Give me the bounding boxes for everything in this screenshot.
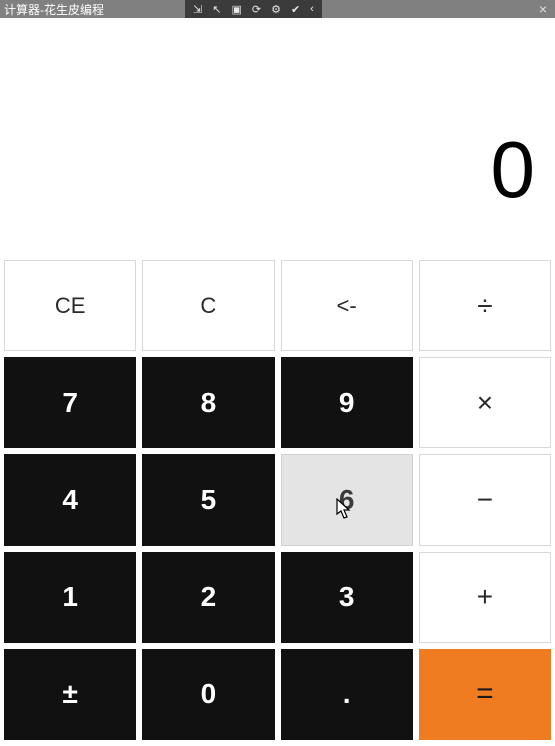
keypad: CE C <- ÷ 7 8 9 × 4 5 6 − 1 2 3 + ± 0 . … [0, 260, 555, 744]
display-value: 0 [491, 130, 536, 210]
export-icon[interactable]: ⇲ [193, 3, 202, 16]
key-9[interactable]: 9 [281, 357, 413, 448]
key-divide[interactable]: ÷ [419, 260, 551, 351]
screenshot-icon[interactable]: ▣ [231, 3, 241, 16]
key-subtract[interactable]: − [419, 454, 551, 545]
key-2[interactable]: 2 [142, 552, 274, 643]
debug-toolbar: ⇲ ↖ ▣ ⟳ ⚙ ✔ ‹ [185, 0, 322, 18]
window-title: 计算器-花生皮编程 [0, 1, 104, 18]
close-button[interactable]: × [539, 0, 547, 18]
key-equals[interactable]: = [419, 649, 551, 740]
key-7[interactable]: 7 [4, 357, 136, 448]
key-decimal[interactable]: . [281, 649, 413, 740]
key-1[interactable]: 1 [4, 552, 136, 643]
key-add[interactable]: + [419, 552, 551, 643]
refresh-icon[interactable]: ⟳ [252, 3, 261, 16]
check-icon[interactable]: ✔ [291, 3, 300, 16]
key-plus-minus[interactable]: ± [4, 649, 136, 740]
key-clear[interactable]: C [142, 260, 274, 351]
settings-icon[interactable]: ⚙ [271, 3, 281, 16]
key-backspace[interactable]: <- [281, 260, 413, 351]
pointer-icon[interactable]: ↖ [212, 3, 221, 16]
key-clear-entry[interactable]: CE [4, 260, 136, 351]
key-multiply[interactable]: × [419, 357, 551, 448]
close-icon: × [539, 1, 547, 17]
key-5[interactable]: 5 [142, 454, 274, 545]
key-0[interactable]: 0 [142, 649, 274, 740]
key-4[interactable]: 4 [4, 454, 136, 545]
titlebar: 计算器-花生皮编程 ⇲ ↖ ▣ ⟳ ⚙ ✔ ‹ × [0, 0, 555, 18]
back-icon[interactable]: ‹ [310, 3, 314, 15]
key-3[interactable]: 3 [281, 552, 413, 643]
key-8[interactable]: 8 [142, 357, 274, 448]
key-6[interactable]: 6 [281, 454, 413, 545]
display: 0 [0, 18, 555, 260]
